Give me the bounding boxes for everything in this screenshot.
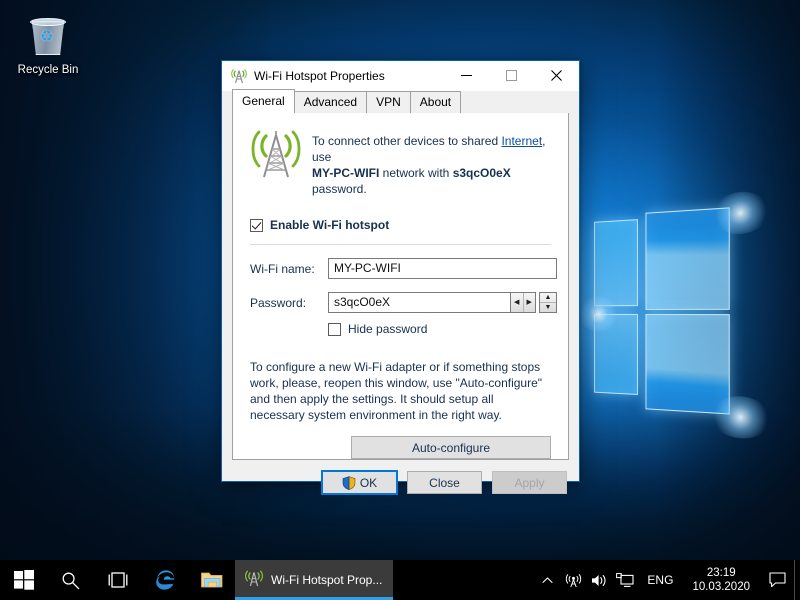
- file-explorer-icon: [200, 570, 224, 590]
- edge-button[interactable]: [141, 560, 188, 600]
- show-desktop-button[interactable]: [794, 560, 800, 600]
- windows-logo-wallpaper: [589, 205, 732, 420]
- clock-time: 23:19: [707, 566, 736, 580]
- dialog-title: Wi-Fi Hotspot Properties: [254, 69, 444, 83]
- enable-hotspot-row[interactable]: Enable Wi-Fi hotspot: [250, 218, 557, 232]
- tab-panel-general: To connect other devices to shared Inter…: [232, 112, 569, 460]
- desktop[interactable]: ♻ Recycle Bin Wi-Fi Hotspot Properties: [0, 0, 800, 600]
- header-line2-mid: network with: [379, 166, 452, 180]
- edge-browser-icon: [153, 568, 177, 592]
- configuration-note: To configure a new Wi-Fi adapter or if s…: [250, 359, 551, 423]
- chevron-up-icon[interactable]: [534, 560, 560, 600]
- auto-configure-button[interactable]: Auto-configure: [351, 436, 551, 459]
- wifi-hotspot-properties-dialog[interactable]: Wi-Fi Hotspot Properties General Advance…: [221, 60, 580, 482]
- task-view-button[interactable]: [94, 560, 141, 600]
- task-view-icon: [107, 572, 129, 588]
- windows-start-icon: [14, 570, 34, 590]
- spinner-down-icon[interactable]: ▼: [540, 302, 556, 312]
- wifi-name-row: Wi-Fi name: MY-PC-WIFI: [250, 258, 557, 279]
- ok-button[interactable]: OK: [322, 471, 397, 494]
- password-left-right-spinner[interactable]: ◀ ▶: [511, 292, 536, 313]
- password-input[interactable]: s3qcO0eX: [328, 292, 511, 313]
- wifi-tower-icon: [250, 127, 302, 179]
- tab-general[interactable]: General: [232, 89, 295, 113]
- recycle-bin-icon: ♻: [25, 14, 71, 60]
- taskbar-item-wifi-hotspot[interactable]: Wi-Fi Hotspot Prop...: [235, 560, 393, 600]
- password-label: Password:: [250, 296, 328, 310]
- wifi-name-label: Wi-Fi name:: [250, 262, 328, 276]
- header-line2-post: password.: [312, 182, 367, 196]
- desktop-icon-recycle-bin[interactable]: ♻ Recycle Bin: [8, 8, 88, 77]
- password-up-down-spinner[interactable]: ▲ ▼: [539, 292, 557, 313]
- file-explorer-button[interactable]: [188, 560, 235, 600]
- uac-shield-icon: [342, 476, 356, 490]
- header-network-name: MY-PC-WIFI: [312, 166, 379, 180]
- spinner-right-icon[interactable]: ▶: [523, 293, 536, 312]
- header-description: To connect other devices to shared Inter…: [312, 125, 557, 197]
- start-button[interactable]: [0, 560, 47, 600]
- hide-password-label: Hide password: [348, 322, 427, 336]
- close-icon[interactable]: [534, 61, 579, 90]
- maximize-icon[interactable]: [489, 61, 534, 90]
- internet-link[interactable]: Internet: [501, 134, 542, 148]
- wifi-tower-icon: [245, 569, 263, 592]
- volume-icon[interactable]: [586, 560, 612, 600]
- header-info: To connect other devices to shared Inter…: [244, 125, 557, 197]
- header-line1-pre: To connect other devices to shared: [312, 134, 501, 148]
- clock-date: 10.03.2020: [692, 580, 750, 594]
- dialog-titlebar[interactable]: Wi-Fi Hotspot Properties: [222, 61, 579, 91]
- spinner-up-icon[interactable]: ▲: [540, 293, 556, 302]
- hide-password-row[interactable]: Hide password: [328, 322, 557, 336]
- divider: [250, 244, 551, 245]
- hotspot-icon[interactable]: [560, 560, 586, 600]
- apply-button: Apply: [492, 471, 567, 494]
- clock[interactable]: 23:19 10.03.2020: [682, 560, 760, 600]
- wifi-tower-icon: [231, 68, 247, 84]
- password-row: Password: s3qcO0eX ◀ ▶ ▲ ▼: [250, 292, 557, 313]
- minimize-icon[interactable]: [444, 61, 489, 90]
- hide-password-checkbox[interactable]: [328, 323, 341, 336]
- network-monitor-icon[interactable]: [612, 560, 638, 600]
- language-indicator[interactable]: ENG: [638, 560, 682, 600]
- recycle-bin-label: Recycle Bin: [8, 64, 88, 77]
- system-tray[interactable]: ENG 23:19 10.03.2020: [534, 560, 800, 600]
- wifi-name-input[interactable]: MY-PC-WIFI: [328, 258, 557, 279]
- dialog-footer: OK Close Apply: [222, 460, 579, 505]
- close-button[interactable]: Close: [407, 471, 482, 494]
- search-icon: [61, 571, 80, 590]
- enable-hotspot-label: Enable Wi-Fi hotspot: [270, 218, 389, 232]
- ok-button-label: OK: [360, 476, 377, 490]
- taskbar[interactable]: Wi-Fi Hotspot Prop...: [0, 560, 800, 600]
- action-center-icon[interactable]: [760, 560, 794, 600]
- header-password-value: s3qcO0eX: [453, 166, 511, 180]
- dialog-tabs[interactable]: General Advanced VPN About: [222, 91, 579, 113]
- search-button[interactable]: [47, 560, 94, 600]
- tab-vpn[interactable]: VPN: [366, 91, 411, 113]
- enable-hotspot-checkbox[interactable]: [250, 219, 263, 232]
- spinner-left-icon[interactable]: ◀: [511, 293, 523, 312]
- tab-about[interactable]: About: [410, 91, 461, 113]
- tab-advanced[interactable]: Advanced: [294, 91, 367, 113]
- auto-configure-row: Auto-configure: [250, 436, 551, 459]
- taskbar-item-label: Wi-Fi Hotspot Prop...: [271, 573, 382, 587]
